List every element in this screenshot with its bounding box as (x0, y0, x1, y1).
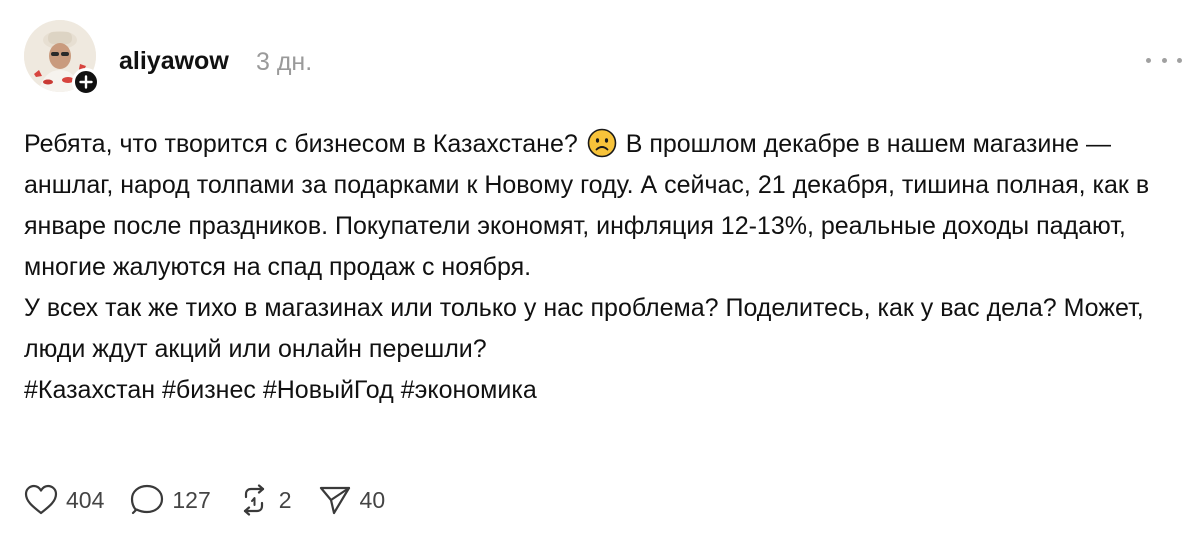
post-timestamp[interactable]: 3 дн. (256, 46, 312, 78)
hashtag-list: #Казахстан #бизнес #НовыйГод #экономика (24, 370, 1154, 411)
hashtag-economy[interactable]: #экономика (401, 376, 537, 404)
author-username[interactable]: aliyawow (119, 45, 229, 77)
share-count: 40 (359, 487, 386, 513)
comment-count: 127 (172, 487, 211, 513)
follow-button[interactable] (72, 68, 100, 96)
hashtag-business[interactable]: #бизнес (162, 376, 256, 404)
heart-icon (24, 484, 58, 515)
action-bar: 404 127 2 40 (24, 478, 411, 522)
post-text-intro: Ребята, что творится с бизнесом в Казахс… (24, 130, 578, 158)
more-dots-icon (1146, 57, 1151, 63)
send-icon (319, 486, 350, 515)
like-button[interactable]: 404 (24, 484, 104, 516)
comment-button[interactable]: 127 (130, 484, 211, 516)
post-body: Ребята, что творится с бизнесом в Казахс… (24, 124, 1154, 411)
hashtag-new-year[interactable]: #НовыйГод (263, 376, 394, 404)
more-dot (1177, 57, 1182, 63)
repost-count: 2 (278, 487, 292, 513)
worried-face-icon (587, 128, 617, 158)
avatar-container[interactable] (24, 20, 100, 96)
hashtag-kazakhstan[interactable]: #Казахстан (24, 376, 155, 404)
like-count: 404 (66, 487, 105, 513)
share-button[interactable]: 40 (318, 484, 386, 516)
plus-icon (79, 75, 93, 89)
repost-icon (243, 484, 264, 516)
post-paragraph-2: У всех так же тихо в магазинах или тольк… (24, 294, 1144, 363)
more-dot (1161, 57, 1167, 63)
comment-bubble-icon (131, 484, 164, 515)
more-options-button[interactable] (1146, 50, 1182, 70)
post-paragraph-1: Ребята, что творится с бизнесом в Казахс… (24, 124, 1154, 288)
post-card: aliyawow 3 дн. Ребята, что творится с би… (0, 0, 1200, 533)
repost-button[interactable]: 2 (237, 484, 292, 516)
